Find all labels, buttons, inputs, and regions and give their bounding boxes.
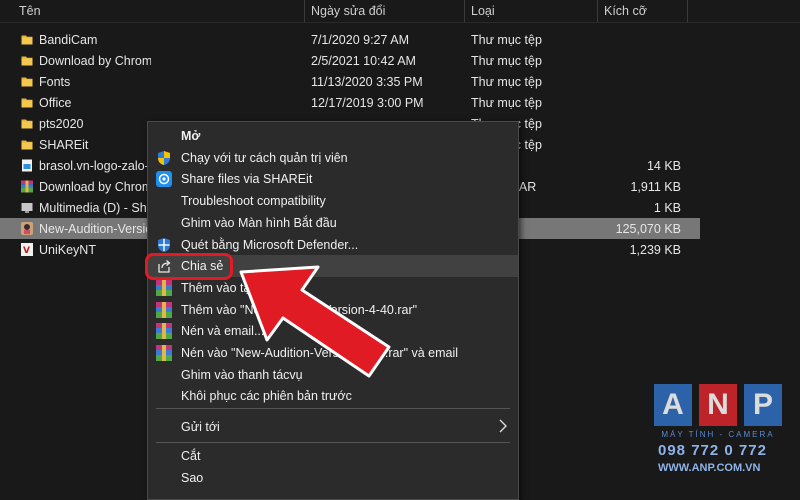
file-size: 14 KB (646, 159, 681, 173)
shareit-icon (156, 171, 172, 188)
unikey-icon: V (21, 243, 33, 256)
winrar-icon (156, 279, 172, 296)
menu-item-5[interactable]: Ghim vào Màn hình Bắt đầu (148, 212, 518, 234)
column-divider[interactable] (687, 0, 688, 22)
watermark-letter-p: P (744, 384, 782, 426)
menu-item-11[interactable]: Nén vào "New-Audition-Version-4-40.rar" … (148, 342, 518, 364)
column-divider[interactable] (464, 0, 465, 22)
watermark-tagline: MÁY TÍNH - CAMERA (661, 430, 775, 439)
winrar-icon (156, 301, 172, 318)
menu-item-copy[interactable]: Sao (148, 467, 518, 489)
menu-item-13[interactable]: Khôi phục các phiên bản trước (148, 385, 518, 407)
image-file-icon (22, 159, 32, 172)
watermark-phone: 098 772 0 772 (658, 442, 767, 459)
menu-separator (156, 442, 510, 443)
folder-icon (21, 35, 33, 45)
menu-item-label: Nén và email... (181, 324, 265, 339)
app-icon (21, 222, 33, 235)
column-date-header[interactable]: Ngày sửa đổi (311, 4, 385, 18)
file-date-modified: 11/13/2020 3:35 PM (311, 75, 423, 89)
file-name: Fonts (39, 75, 71, 89)
file-type: Thư mục tệp (471, 33, 542, 47)
file-date-modified: 7/1/2020 9:27 AM (311, 33, 409, 47)
menu-item-4[interactable]: Troubleshoot compatibility (148, 190, 518, 212)
file-name: pts2020 (39, 117, 84, 131)
menu-item-3[interactable]: Share files via SHAREit (148, 168, 518, 190)
folder-icon (21, 98, 33, 108)
anp-watermark: A N P MÁY TÍNH - CAMERA 098 772 0 772 WW… (654, 384, 784, 484)
folder-icon (21, 119, 33, 129)
shortcut-icon (21, 203, 33, 213)
menu-item-label: Thêm vào "New-Audition-Version-4-40.rar" (181, 302, 418, 317)
file-row[interactable]: BandiCam 7/1/2020 9:27 AM Thư mục tệp (0, 29, 700, 50)
file-date-modified: 2/5/2021 10:42 AM (311, 54, 416, 68)
menu-item-1[interactable]: Mở (148, 125, 518, 147)
column-size-header[interactable]: Kích cỡ (604, 4, 647, 18)
menu-item-label: Sao (181, 471, 204, 485)
menu-item-label: Khôi phục các phiên bản trước (181, 389, 352, 404)
menu-item-label: Quét bằng Microsoft Defender... (181, 237, 359, 252)
watermark-website: WWW.ANP.COM.VN (658, 462, 761, 474)
uac-shield-icon (158, 150, 170, 165)
column-divider[interactable] (597, 0, 598, 22)
file-name: BandiCam (39, 33, 98, 47)
file-type: Thư mục tệp (471, 75, 542, 89)
defender-icon (158, 237, 170, 252)
folder-icon (21, 56, 33, 66)
watermark-letter-n: N (699, 384, 737, 426)
menu-item-8[interactable]: Thêm vào tập (148, 277, 518, 299)
menu-item-12[interactable]: Ghim vào thanh tácvụ (148, 364, 518, 386)
column-name-header[interactable]: Tên (19, 4, 41, 18)
chevron-right-icon (499, 419, 507, 433)
menu-item-label: Share files via SHAREit (181, 172, 313, 187)
folder-icon (21, 140, 33, 150)
column-type-header[interactable]: Loại (471, 4, 495, 18)
file-size: 1,911 KB (630, 180, 681, 194)
file-name: brasol.vn-logo-zalo- (39, 159, 149, 173)
menu-item-label: Nén vào "New-Audition-Version-4-40.rar" … (181, 346, 459, 360)
column-header: Tên Ngày sửa đổi Loại Kích cỡ (0, 0, 800, 23)
menu-item-label: Thêm vào tập (181, 280, 258, 295)
file-type: Thư mục tệp (471, 96, 542, 110)
file-row[interactable]: Fonts 11/13/2020 3:35 PM Thư mục tệp (0, 71, 700, 92)
menu-item-label: Cắt (181, 449, 201, 463)
menu-item-cut[interactable]: Cắt (148, 445, 518, 467)
menu-item-send-to[interactable]: Gửi tới (148, 416, 518, 438)
file-date-modified: 12/17/2019 3:00 PM (311, 96, 424, 110)
file-name: Multimedia (D) - Sho (39, 201, 151, 215)
file-size: 125,070 KB (615, 222, 681, 236)
menu-item-label: Troubleshoot compatibility (181, 194, 326, 209)
file-size: 1,239 KB (629, 243, 681, 257)
winrar-icon (156, 345, 172, 361)
file-name: SHAREit (39, 138, 89, 152)
menu-item-label: Mở (181, 129, 201, 143)
column-divider[interactable] (304, 0, 305, 22)
file-name: New-Audition-Versio (39, 222, 151, 236)
file-name: Download by Chrom (39, 180, 151, 194)
winrar-icon (156, 323, 172, 340)
menu-item-label: Ghim vào thanh tácvụ (181, 367, 303, 382)
share-highlight-outline (145, 253, 233, 280)
watermark-letter-a: A (654, 384, 692, 426)
menu-item-9[interactable]: Thêm vào "New-Audition-Version-4-40.rar" (148, 299, 518, 321)
folder-icon (21, 77, 33, 87)
file-row[interactable]: Download by Chrome 2/5/2021 10:42 AM Thư… (0, 50, 700, 71)
file-name: Download by Chrome (39, 54, 151, 68)
file-row[interactable]: Office 12/17/2019 3:00 PM Thư mục tệp (0, 92, 700, 113)
svg-text:V: V (23, 246, 30, 256)
menu-item-label: Gửi tới (181, 420, 220, 434)
context-menu: Mở Chạy với tư cách quản trị viên Share … (147, 121, 519, 500)
menu-separator (156, 408, 510, 409)
winrar-icon (21, 180, 33, 193)
menu-item-label: Chạy với tư cách quản trị viên (181, 150, 348, 165)
file-name: Office (39, 96, 72, 110)
menu-item-2[interactable]: Chạy với tư cách quản trị viên (148, 147, 518, 169)
file-type: Thư mục tệp (471, 54, 542, 68)
file-size: 1 KB (653, 201, 681, 215)
file-name: UniKeyNT (39, 243, 96, 257)
menu-item-label: Ghim vào Màn hình Bắt đầu (181, 215, 337, 230)
menu-item-10[interactable]: Nén và email... (148, 320, 518, 342)
